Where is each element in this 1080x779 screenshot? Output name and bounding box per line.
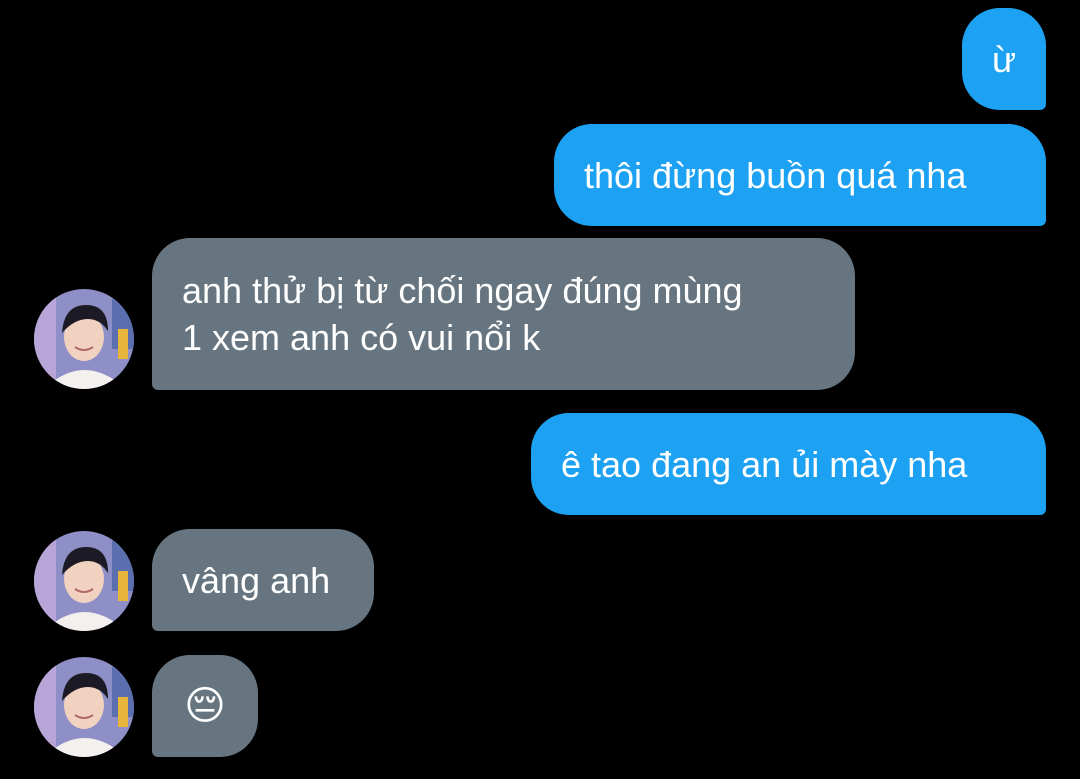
incoming-message[interactable]: vâng anh [152, 529, 374, 631]
avatar-photo-icon [34, 657, 134, 757]
message-text: ê tao đang an ủi mày nha [561, 443, 968, 485]
incoming-message[interactable]: 😔 [152, 655, 258, 757]
message-text: thôi đừng buồn quá nha [584, 154, 967, 196]
message-thread: ừ thôi đừng buồn quá nha anh thử bị từ c… [0, 0, 1080, 779]
message-text: ừ [991, 38, 1017, 80]
contact-avatar[interactable] [34, 531, 134, 631]
avatar-photo-icon [34, 289, 134, 389]
avatar-photo-icon [34, 531, 134, 631]
message-text: anh thử bị từ chối ngay đúng mùng 1 xem … [182, 270, 743, 358]
contact-avatar[interactable] [34, 289, 134, 389]
outgoing-message[interactable]: thôi đừng buồn quá nha [554, 124, 1046, 226]
contact-avatar[interactable] [34, 657, 134, 757]
outgoing-message[interactable]: ê tao đang an ủi mày nha [531, 413, 1046, 515]
message-text: vâng anh [182, 559, 331, 601]
incoming-message[interactable]: anh thử bị từ chối ngay đúng mùng 1 xem … [152, 238, 855, 390]
message-emoji: 😔 [184, 683, 226, 728]
outgoing-message[interactable]: ừ [962, 8, 1046, 110]
